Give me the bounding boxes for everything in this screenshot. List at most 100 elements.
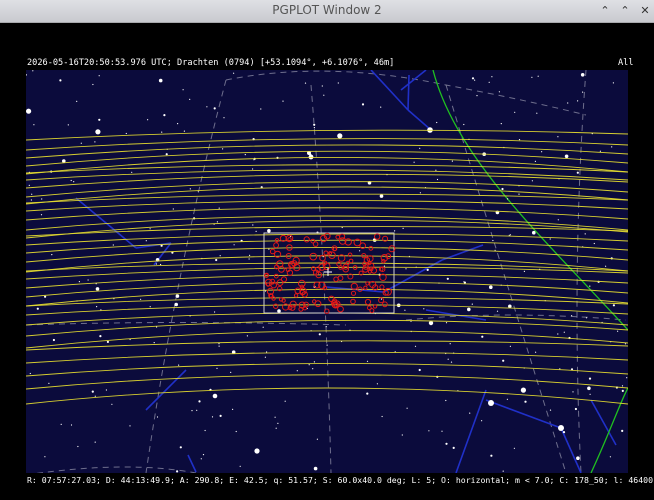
minimize-button[interactable]: ⌃ (597, 3, 613, 19)
star (176, 470, 179, 473)
star (218, 207, 220, 209)
star (191, 410, 193, 412)
star (401, 434, 403, 436)
satellite-track (26, 138, 628, 151)
object-marker (293, 293, 299, 298)
star (513, 447, 515, 449)
object-marker (266, 282, 271, 287)
star (94, 441, 96, 443)
sky-map[interactable] (26, 70, 628, 473)
object-marker (323, 250, 329, 256)
object-marker (337, 275, 344, 282)
object-marker (271, 296, 276, 301)
star (48, 382, 50, 384)
star (490, 454, 493, 457)
star (26, 108, 32, 114)
star (52, 338, 55, 342)
star (60, 423, 62, 425)
satellite-track (26, 157, 628, 175)
bright-star (558, 425, 564, 431)
star (562, 431, 566, 434)
star (32, 70, 34, 72)
object-marker (278, 265, 285, 273)
star (447, 358, 449, 360)
bright-star (428, 320, 434, 326)
star (452, 446, 455, 449)
star (502, 359, 505, 362)
star (155, 263, 157, 265)
object-marker (333, 276, 339, 282)
star (105, 389, 107, 391)
star (549, 409, 552, 411)
star (78, 281, 80, 283)
star (532, 230, 536, 235)
star (436, 178, 439, 181)
star (189, 188, 191, 190)
satellite-track (26, 207, 628, 221)
constellation-segment (407, 109, 432, 131)
star (179, 446, 182, 449)
star (621, 389, 624, 392)
star (611, 146, 613, 148)
star (275, 427, 277, 429)
object-marker (378, 297, 385, 304)
star (264, 356, 266, 358)
constellation-segment (370, 70, 409, 111)
star (92, 83, 94, 86)
star (211, 416, 214, 418)
star (588, 377, 592, 380)
camera-field (263, 232, 396, 314)
star (481, 420, 483, 422)
star (446, 277, 449, 280)
star (33, 124, 35, 126)
star (514, 111, 516, 113)
star (574, 407, 578, 411)
close-button[interactable]: ✕ (637, 3, 653, 19)
star (77, 445, 79, 448)
star (268, 248, 270, 250)
star (536, 112, 538, 114)
star (145, 240, 147, 242)
star (235, 430, 237, 433)
star (73, 181, 75, 183)
star (449, 343, 451, 345)
title-bar[interactable]: PGPLOT Window 2 ⌃ ⌃ ✕ (0, 0, 654, 23)
star (582, 91, 584, 93)
star (624, 343, 627, 345)
object-marker (303, 236, 310, 243)
satellite-track (26, 266, 628, 280)
star (571, 315, 573, 317)
star (99, 335, 102, 338)
star (394, 230, 396, 232)
star (496, 310, 499, 312)
star (313, 123, 316, 126)
star (249, 254, 251, 256)
star (87, 279, 89, 281)
star (612, 304, 616, 307)
star (260, 108, 262, 110)
star (471, 77, 475, 80)
pgplot-window: PGPLOT Window 2 ⌃ ⌃ ✕ 2026-05-16T20:50:5… (0, 0, 654, 500)
star (557, 219, 559, 221)
star (95, 129, 101, 135)
star (70, 179, 72, 182)
star (172, 208, 174, 210)
star (589, 393, 591, 395)
star (200, 458, 202, 460)
star (531, 76, 533, 78)
star (380, 298, 383, 300)
maximize-button[interactable]: ⌃ (617, 3, 633, 19)
star (436, 121, 438, 124)
star (36, 307, 39, 310)
star (31, 193, 33, 195)
star (413, 161, 415, 163)
star (163, 114, 166, 117)
star (523, 270, 525, 272)
star (156, 416, 159, 418)
constellation-segment (407, 74, 410, 111)
star (189, 98, 191, 100)
star (248, 258, 250, 260)
star (223, 117, 225, 119)
star (230, 371, 232, 373)
star (252, 224, 254, 226)
